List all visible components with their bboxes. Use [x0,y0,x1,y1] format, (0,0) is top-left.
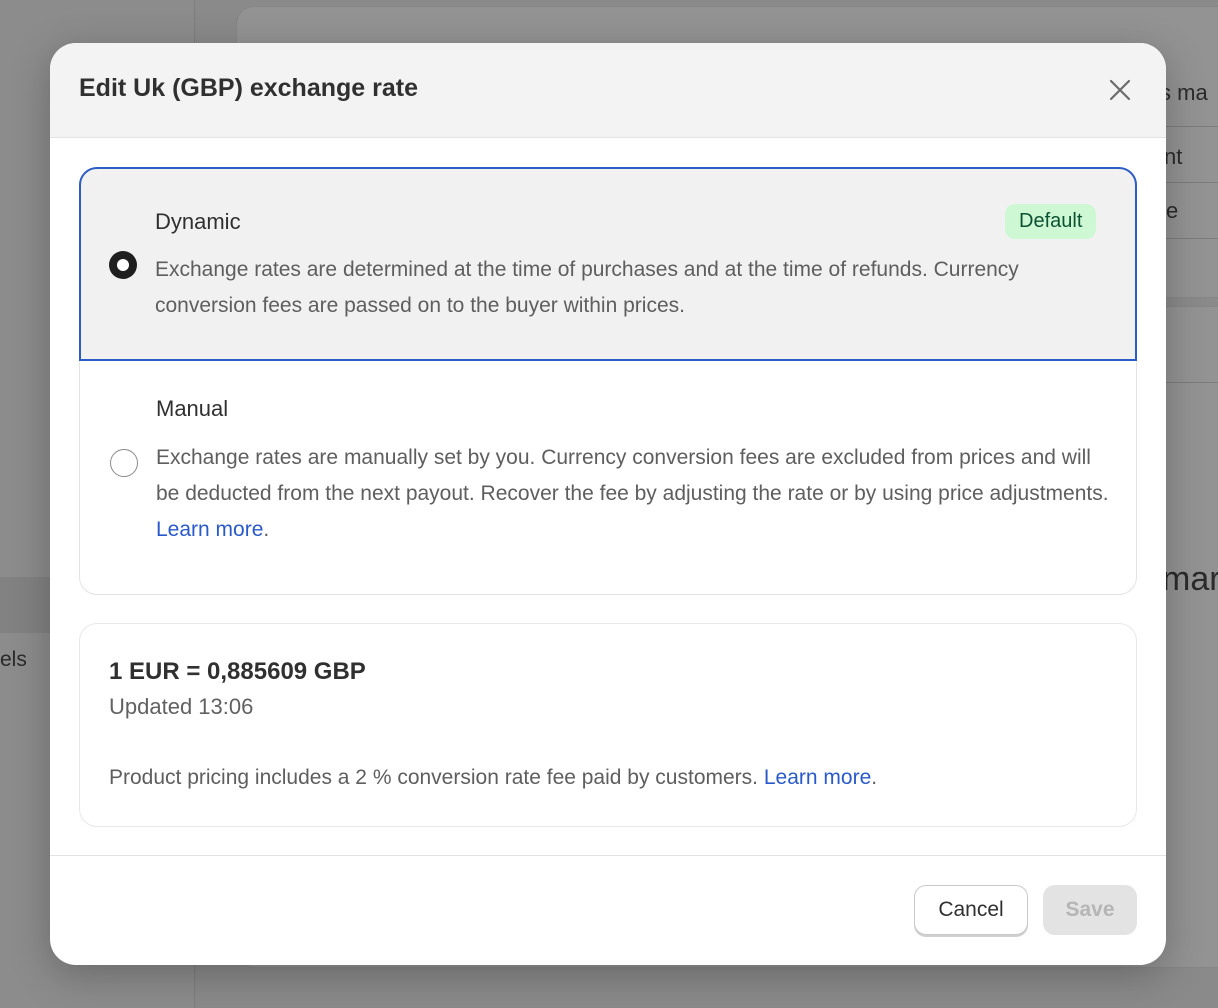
option-dynamic-description: Exchange rates are determined at the tim… [155,258,1019,317]
footer-divider [50,855,1166,856]
background-heading-fragment: mar [1162,560,1218,598]
option-dynamic-label: Dynamic [155,209,241,234]
modal-title: Edit Uk (GBP) exchange rate [79,74,418,102]
option-manual-text: Exchange rates are manually set by you. … [156,446,1109,505]
close-icon [1109,79,1131,101]
option-manual[interactable]: Manual Exchange rates are manually set b… [80,360,1136,592]
learn-more-link[interactable]: Learn more [156,518,263,541]
option-dynamic[interactable]: Dynamic Default Exchange rates are deter… [79,167,1137,361]
background-divider [1160,126,1218,127]
background-divider [1160,238,1218,239]
default-badge: Default [1005,204,1097,239]
radio-manual[interactable] [110,449,138,477]
cancel-button[interactable]: Cancel [914,885,1028,935]
rate-type-option-group: Dynamic Default Exchange rates are deter… [79,167,1137,595]
background-sidebar-label: els [0,648,27,671]
background-text-fragment: nt [1164,144,1183,169]
background-text-fragment: s ma [1160,80,1208,105]
save-button[interactable]: Save [1043,885,1137,935]
background-divider [1160,382,1218,383]
exchange-rate-card: 1 EUR = 0,885609 GBP Updated 13:06 Produ… [79,623,1137,827]
exchange-rate-value: 1 EUR = 0,885609 GBP [109,658,366,685]
option-manual-description: Exchange rates are manually set by you. … [156,440,1116,548]
close-button[interactable] [1104,74,1136,106]
option-manual-label: Manual [156,396,229,421]
exchange-rate-modal: Edit Uk (GBP) exchange rate Dynamic Defa… [50,43,1166,965]
background-text-fragment: e [1166,198,1179,223]
background-divider [1160,182,1218,183]
rate-updated-time: Updated 13:06 [109,694,254,719]
conversion-fee-note: Product pricing includes a 2 % conversio… [109,766,877,790]
modal-header: Edit Uk (GBP) exchange rate [50,43,1166,138]
conversion-fee-text: Product pricing includes a 2 % conversio… [109,766,759,789]
radio-dynamic[interactable] [109,251,137,279]
link-suffix: . [263,518,270,541]
learn-more-link[interactable]: Learn more [764,766,871,789]
link-suffix: . [871,766,878,789]
